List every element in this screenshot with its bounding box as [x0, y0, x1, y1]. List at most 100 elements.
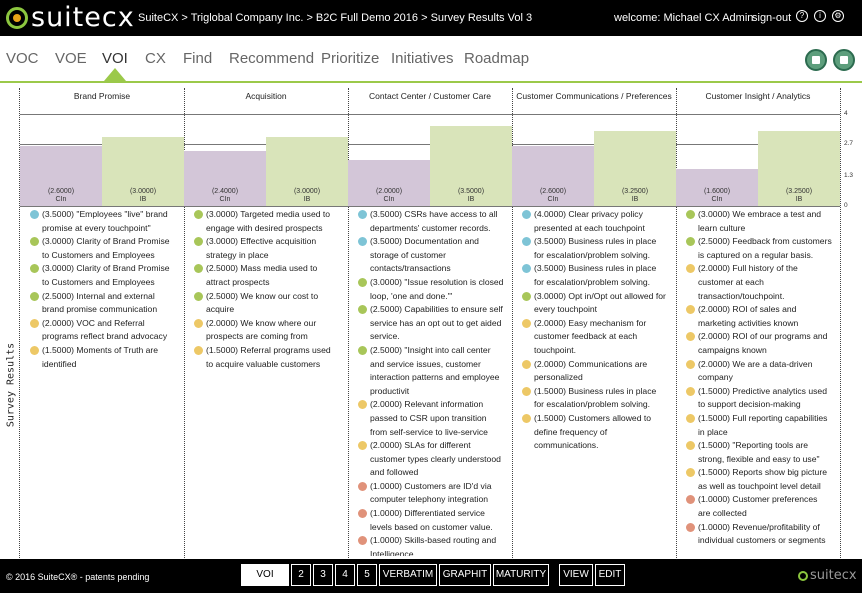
result-item[interactable]: (2.0000) Relevant information passed to …: [358, 398, 504, 439]
result-item[interactable]: (3.0000) Targeted media used to engage w…: [194, 208, 340, 235]
bar-value: (1.6000): [703, 188, 731, 195]
result-item[interactable]: (1.0000) Differentiated service levels b…: [358, 507, 504, 534]
nav-initiatives[interactable]: Initiatives: [391, 50, 454, 67]
result-item[interactable]: (1.5000) Predictive analytics used to su…: [686, 385, 832, 412]
result-item[interactable]: (1.5000) Referral programs used to acqui…: [194, 344, 340, 371]
cin-bar: (2.6000) CIn: [20, 146, 102, 206]
suitecx-logo[interactable]: suitecx: [6, 4, 135, 32]
verbatim-button[interactable]: VERBATIM: [379, 564, 437, 586]
result-item[interactable]: (3.0000) Effective acquisition strategy …: [194, 235, 340, 262]
nav-voc[interactable]: VOC: [6, 50, 39, 67]
result-item[interactable]: (3.0000) Opt in/Opt out allowed for ever…: [522, 290, 668, 317]
page-4-button[interactable]: 4: [335, 564, 355, 586]
y-tick-label: 1.3: [844, 172, 854, 180]
result-item[interactable]: (3.5000) Business rules in place for esc…: [522, 235, 668, 262]
bar-value: (3.0000): [129, 188, 157, 195]
result-item[interactable]: (2.5000) We know our cost to acquire: [194, 290, 340, 317]
cin-bar: (1.6000) CIn: [676, 169, 758, 206]
nav-voi[interactable]: VOI: [102, 50, 128, 67]
print-icon[interactable]: [805, 49, 827, 71]
help-icon[interactable]: ?: [796, 10, 808, 22]
score-dot-icon: [358, 481, 367, 491]
result-item[interactable]: (1.5000) Customers allowed to define fre…: [522, 412, 668, 453]
result-item[interactable]: (1.5000) Full reporting capabilities in …: [686, 412, 832, 439]
result-item-text: (3.5000) CSRs have access to all departm…: [370, 209, 498, 233]
result-item[interactable]: (2.0000) Communications are personalized: [522, 358, 668, 385]
result-item[interactable]: (3.5000) "Employees "live" brand promise…: [30, 208, 176, 235]
result-item[interactable]: (3.0000) Clarity of Brand Promise to Cus…: [30, 262, 176, 289]
grid-icon[interactable]: [833, 49, 855, 71]
nav-voe[interactable]: VOE: [55, 50, 87, 67]
result-item[interactable]: (3.0000) "Issue resolution is closed loo…: [358, 276, 504, 303]
result-item[interactable]: (1.0000) Customer preferences are collec…: [686, 493, 832, 520]
result-item[interactable]: (2.0000) Full history of the customer at…: [686, 262, 832, 303]
result-item[interactable]: (2.0000) We know where our prospects are…: [194, 317, 340, 344]
page-5-button[interactable]: 5: [357, 564, 377, 586]
bar-value: (2.4000): [211, 188, 239, 195]
graphit-button[interactable]: GRAPHIT: [439, 564, 491, 586]
nav-prioritize[interactable]: Prioritize: [321, 50, 379, 67]
voi-button[interactable]: VOI: [241, 564, 289, 586]
result-item[interactable]: (1.5000) Moments of Truth are identified: [30, 344, 176, 371]
result-item[interactable]: (1.0000) Skills-based routing and Intell…: [358, 534, 504, 556]
result-item[interactable]: (4.0000) Clear privacy policy presented …: [522, 208, 668, 235]
nav-roadmap[interactable]: Roadmap: [464, 50, 529, 67]
bar-label: (3.2500) IB: [594, 188, 676, 204]
page-3-button[interactable]: 3: [313, 564, 333, 586]
result-item[interactable]: (2.0000) SLAs for different customer typ…: [358, 439, 504, 480]
result-item[interactable]: (2.0000) We are a data-driven company: [686, 358, 832, 385]
bar-series-name: IB: [303, 196, 311, 203]
result-item[interactable]: (2.0000) ROI of sales and marketing acti…: [686, 303, 832, 330]
score-dot-icon: [30, 210, 39, 219]
result-item[interactable]: (3.5000) Business rules in place for esc…: [522, 262, 668, 289]
result-item-text: (1.0000) Customer preferences are collec…: [698, 494, 818, 519]
bar-label: (2.0000) CIn: [348, 188, 430, 204]
result-item[interactable]: (1.5000) "Reporting tools are strong, fl…: [686, 439, 832, 466]
sign-out-link[interactable]: sign-out: [752, 12, 791, 24]
nav-recommend[interactable]: Recommend: [229, 50, 314, 67]
nav-cx[interactable]: CX: [145, 50, 166, 67]
result-item[interactable]: (2.5000) Internal and external brand pro…: [30, 290, 176, 317]
result-item[interactable]: (1.5000) Reports show big picture as wel…: [686, 466, 832, 493]
result-item[interactable]: (1.0000) Revenue/profitability of indivi…: [686, 521, 832, 548]
y-tick-label: 4: [844, 110, 848, 117]
result-item[interactable]: (1.0000) Customers are ID'd via computer…: [358, 480, 504, 507]
view-button[interactable]: VIEW: [559, 564, 593, 586]
result-item[interactable]: (2.0000) Easy mechanism for customer fee…: [522, 317, 668, 358]
bar-value: (2.6000): [539, 188, 567, 195]
result-item-text: (1.5000) Business rules in place for esc…: [534, 385, 657, 410]
result-item-text: (3.0000) Effective acquisition strategy …: [206, 236, 317, 260]
info-icon[interactable]: i: [814, 10, 826, 22]
settings-icon[interactable]: ⚙: [832, 10, 844, 22]
result-item[interactable]: (3.0000) We embrace a test and learn cul…: [686, 208, 832, 235]
breadcrumb[interactable]: SuiteCX > Triglobal Company Inc. > B2C F…: [138, 12, 532, 24]
result-item[interactable]: (1.5000) Business rules in place for esc…: [522, 385, 668, 412]
score-dot-icon: [30, 264, 39, 274]
result-item[interactable]: (2.0000) ROI of our programs and campaig…: [686, 330, 832, 357]
result-item-text: (2.5000) Feedback from customers is capt…: [698, 236, 832, 260]
score-dot-icon: [686, 413, 695, 423]
result-item[interactable]: (2.5000) "Insight into call center and s…: [358, 344, 504, 398]
result-item[interactable]: (2.5000) Mass media used to attract pros…: [194, 262, 340, 289]
result-item[interactable]: (3.5000) CSRs have access to all departm…: [358, 208, 504, 235]
result-item-text: (1.5000) Referral programs used to acqui…: [206, 344, 331, 369]
result-item-text: (2.0000) ROI of our programs and campaig…: [698, 331, 828, 355]
score-dot-icon: [522, 318, 531, 328]
cin-bar: (2.0000) CIn: [348, 160, 430, 206]
maturity-button[interactable]: MATURITY: [493, 564, 549, 586]
edit-button[interactable]: EDIT: [595, 564, 625, 586]
column-header: Customer Insight / Analytics: [705, 91, 811, 101]
result-item[interactable]: (3.0000) Clarity of Brand Promise to Cus…: [30, 235, 176, 262]
result-item[interactable]: (2.5000) Capabilities to ensure self ser…: [358, 303, 504, 344]
result-item[interactable]: (2.5000) Feedback from customers is capt…: [686, 235, 832, 262]
score-dot-icon: [358, 277, 367, 287]
results-column: (3.0000) Targeted media used to engage w…: [194, 208, 340, 556]
nav-find[interactable]: Find: [183, 50, 212, 67]
page-2-button[interactable]: 2: [291, 564, 311, 586]
score-dot-icon: [686, 332, 695, 342]
ib-bar: (3.0000) IB: [102, 137, 184, 206]
bar-value: (3.0000): [293, 188, 321, 195]
result-item-text: (2.5000) Capabilities to ensure self ser…: [370, 304, 503, 342]
result-item[interactable]: (3.5000) Documentation and storage of cu…: [358, 235, 504, 276]
result-item[interactable]: (2.0000) VOC and Referral programs refle…: [30, 317, 176, 344]
